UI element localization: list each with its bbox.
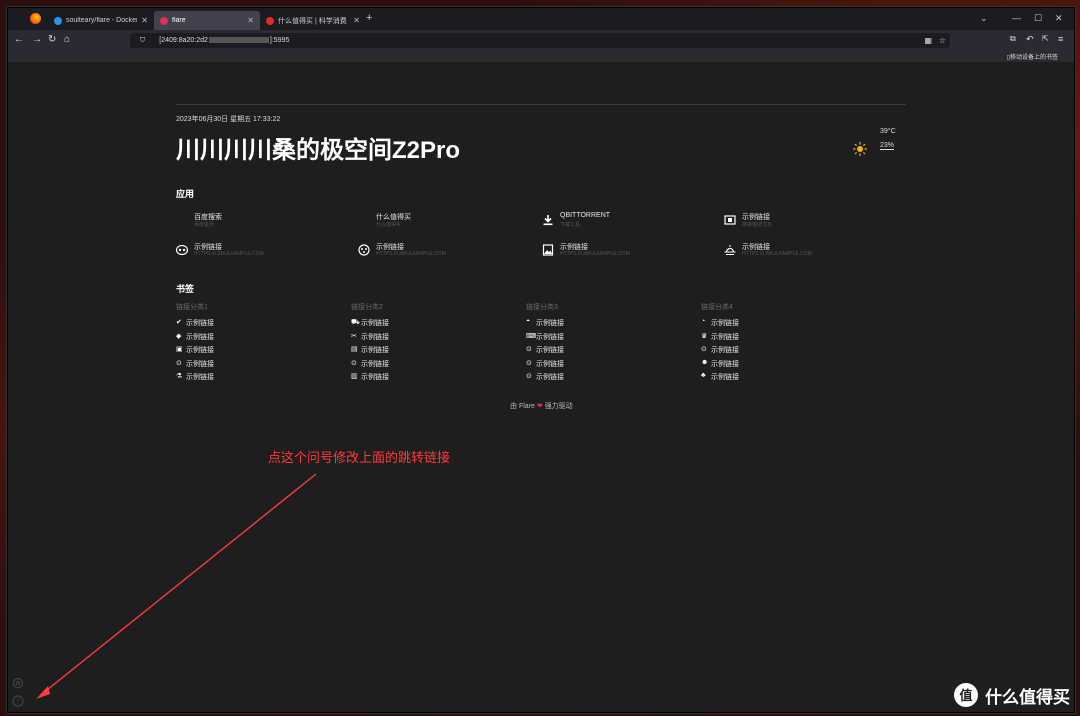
close-icon[interactable]: ✕ [141,16,148,25]
tab-flare[interactable]: flare ✕ [154,11,260,30]
flare-page: 2023年06月30日 星期五 17:33:22 川川川川桑的极空间Z2Pro … [8,62,1074,712]
reload-icon[interactable]: ↻ [48,34,56,45]
annotation-arrow [36,473,317,699]
minimize-button[interactable]: — [1012,13,1021,23]
new-tab-button[interactable]: + [366,12,372,24]
flare-icon [160,16,168,25]
forward-icon[interactable]: → [32,34,42,45]
smzdm-icon [266,16,274,25]
tab-bar: soulteary/flare - Docker Ima ✕ flare ✕ 什… [8,8,1074,30]
browser-window: soulteary/flare - Docker Ima ✕ flare ✕ 什… [7,7,1075,713]
back-icon[interactable]: ← [14,34,24,45]
menu-icon[interactable]: ≡ [1058,34,1063,44]
extensions-icon[interactable]: ⇱ [1042,34,1049,43]
tab-smzdm[interactable]: 什么值得买 | 科学消费 认真生活 ✕ [260,11,366,30]
url-bar[interactable]: ⛉ [2409:8a20:2d2]:5995 ▦ ☆ [130,33,950,48]
svg-text:?: ? [16,698,20,706]
tab-title: soulteary/flare - Docker Ima [66,17,138,24]
maximize-button[interactable]: ☐ [1034,13,1042,24]
close-icon[interactable]: ✕ [247,16,254,25]
bookmark-bar: ▯移动设备上的书签 [8,52,1074,62]
smzdm-logo: 值 [954,683,978,707]
crop-icon[interactable]: ⧉ [1010,34,1016,44]
docker-icon [54,16,62,25]
firefox-logo[interactable] [30,13,41,24]
tab-title: flare [172,17,186,24]
tab-docker[interactable]: soulteary/flare - Docker Ima ✕ [48,11,154,30]
home-icon[interactable]: ⌂ [64,34,70,45]
undo-icon[interactable]: ↶ [1026,34,1034,45]
nav-bar: ← → ↻ ⌂ ⛉ [2409:8a20:2d2]:5995 ▦ ☆ ⧉ ↶ ⇱… [8,30,1074,52]
settings-icon[interactable] [12,677,24,689]
star-icon[interactable]: ☆ [939,36,946,45]
url-text: [2409:8a20:2d2]:5995 [159,37,290,44]
mobile-bookmarks[interactable]: ▯移动设备上的书签 [1007,52,1058,61]
svg-text:值: 值 [959,688,972,704]
tab-title: 什么值得买 | 科学消费 认真生活 [278,17,349,25]
close-icon[interactable]: ✕ [353,16,360,25]
smzdm-watermark: 值 什么值得买 [953,682,1070,708]
help-icon[interactable]: ? [12,695,24,707]
tab-list-icon[interactable]: ⌄ [980,13,988,24]
watermark-text: 什么值得买 [985,687,1070,707]
close-window-button[interactable]: ✕ [1055,13,1063,24]
qr-icon[interactable]: ▦ [924,36,932,45]
shield-icon[interactable]: ⛉ [140,37,145,45]
